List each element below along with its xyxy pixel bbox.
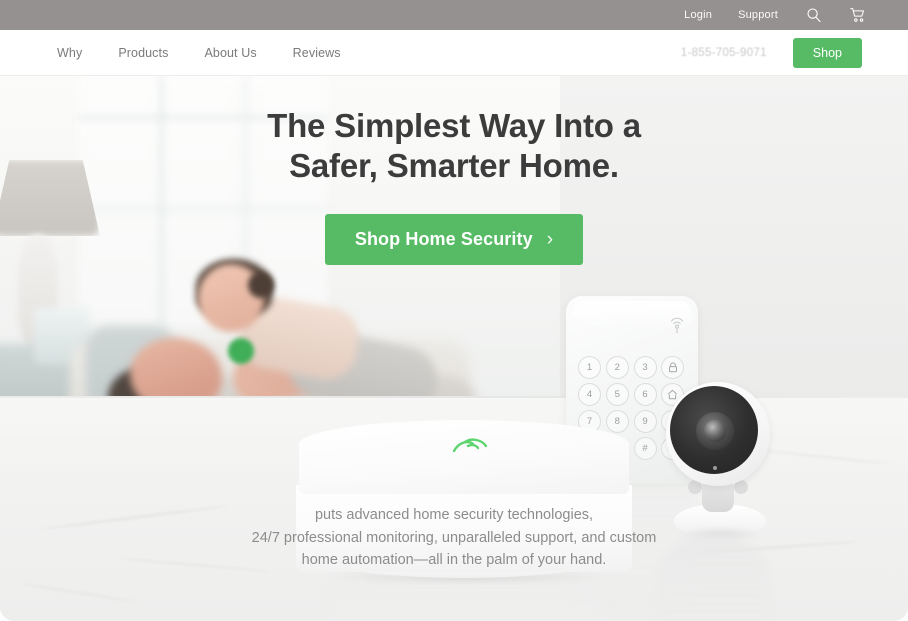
nav-item-reviews[interactable]: Reviews (293, 46, 341, 60)
keypad-key-1[interactable]: 1 (578, 356, 601, 379)
keypad-key-lock-armed-icon[interactable] (661, 356, 685, 379)
hero-description: puts advanced home security technologies… (0, 504, 908, 572)
phone-number[interactable]: 1-855-705-9071 (681, 47, 767, 59)
keypad-key-2[interactable]: 2 (605, 356, 629, 379)
cart-icon[interactable] (850, 7, 866, 23)
support-link[interactable]: Support (738, 9, 778, 21)
main-navigation: Why Products About Us Reviews 1-855-705-… (0, 30, 908, 76)
hub-reflection (326, 578, 606, 621)
utility-bar: Login Support (0, 0, 908, 30)
hero-paragraph-line-1: puts advanced home security technologies… (314, 507, 594, 523)
keypad-key-3[interactable]: 3 (633, 356, 657, 379)
camera-led-icon (713, 466, 717, 470)
keypad-key-4[interactable]: 4 (578, 383, 601, 406)
hero-heading-line-2: Safer, Smarter Home. (289, 147, 619, 185)
camera-lens-inner (704, 420, 726, 442)
hero-heading-line-1: The Simplest Way Into a (267, 107, 641, 144)
page-title: The Simplest Way Into a Safer, Smarter H… (0, 106, 908, 187)
hero-section: 1 2 3 4 5 6 7 8 9 # The Simplest Way Int… (0, 76, 908, 621)
keypad-key-5[interactable]: 5 (605, 383, 629, 406)
chevron-right-icon: › (546, 228, 554, 250)
brand-logo-icon (670, 316, 684, 334)
nav-item-why[interactable]: Why (57, 46, 82, 60)
page-viewport: Login Support Why Products About Us Revi… (0, 0, 908, 621)
nav-item-products[interactable]: Products (118, 46, 168, 60)
hub-brand-logo-icon (451, 434, 495, 458)
hero-paragraph-line-3: home automation—all in the palm of your … (301, 552, 607, 569)
nav-right-group: 1-855-705-9071 Shop (681, 37, 862, 68)
nav-item-about-us[interactable]: About Us (204, 46, 256, 60)
shop-home-security-button[interactable]: Shop Home Security › (324, 213, 584, 265)
cta-label: Shop Home Security (354, 228, 533, 249)
shop-button[interactable]: Shop (792, 37, 862, 68)
search-icon[interactable] (806, 7, 822, 23)
login-link[interactable]: Login (684, 9, 712, 21)
hero-copy: The Simplest Way Into a Safer, Smarter H… (0, 106, 908, 265)
hero-paragraph-line-2: 24/7 professional monitoring, unparallel… (251, 529, 657, 546)
